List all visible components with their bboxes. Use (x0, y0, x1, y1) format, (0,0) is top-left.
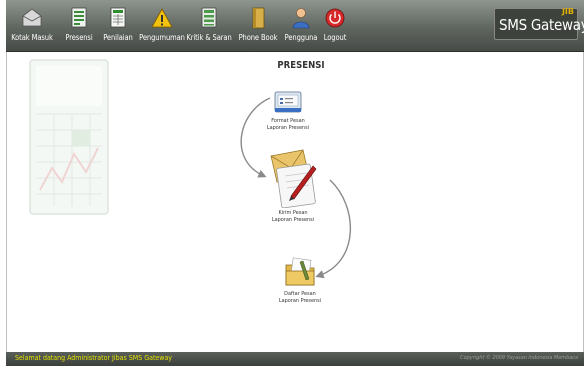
daftar-pesan-menu-item[interactable]: Daftar Pesan Laporan Presensi (276, 255, 324, 305)
kirim-pesan-menu-item[interactable]: Kirim Pesan Laporan Presensi (262, 146, 324, 224)
item-caption-line2: Laporan Presensi (266, 125, 310, 131)
footer-welcome-text: Selamat datang Administrator Jibas SMS G… (15, 354, 173, 362)
footer-bar: Selamat datang Administrator Jibas SMS G… (6, 352, 584, 366)
item-caption-line1: Kirim Pesan (278, 210, 308, 216)
message-format-icon (274, 91, 302, 113)
item-caption-line2: Laporan Presensi (271, 217, 315, 223)
footer-copyright: Copyright © 2009 Yayasan Indonesia Memba… (460, 355, 578, 361)
item-caption-line2: Laporan Presensi (278, 298, 322, 304)
item-caption-line1: Format Pesan (271, 118, 305, 124)
send-message-icon (270, 149, 317, 208)
message-folder-icon (285, 257, 315, 286)
item-caption-line1: Daftar Pesan (284, 291, 316, 297)
format-pesan-menu-item[interactable]: Format Pesan Laporan Presensi (266, 86, 310, 132)
